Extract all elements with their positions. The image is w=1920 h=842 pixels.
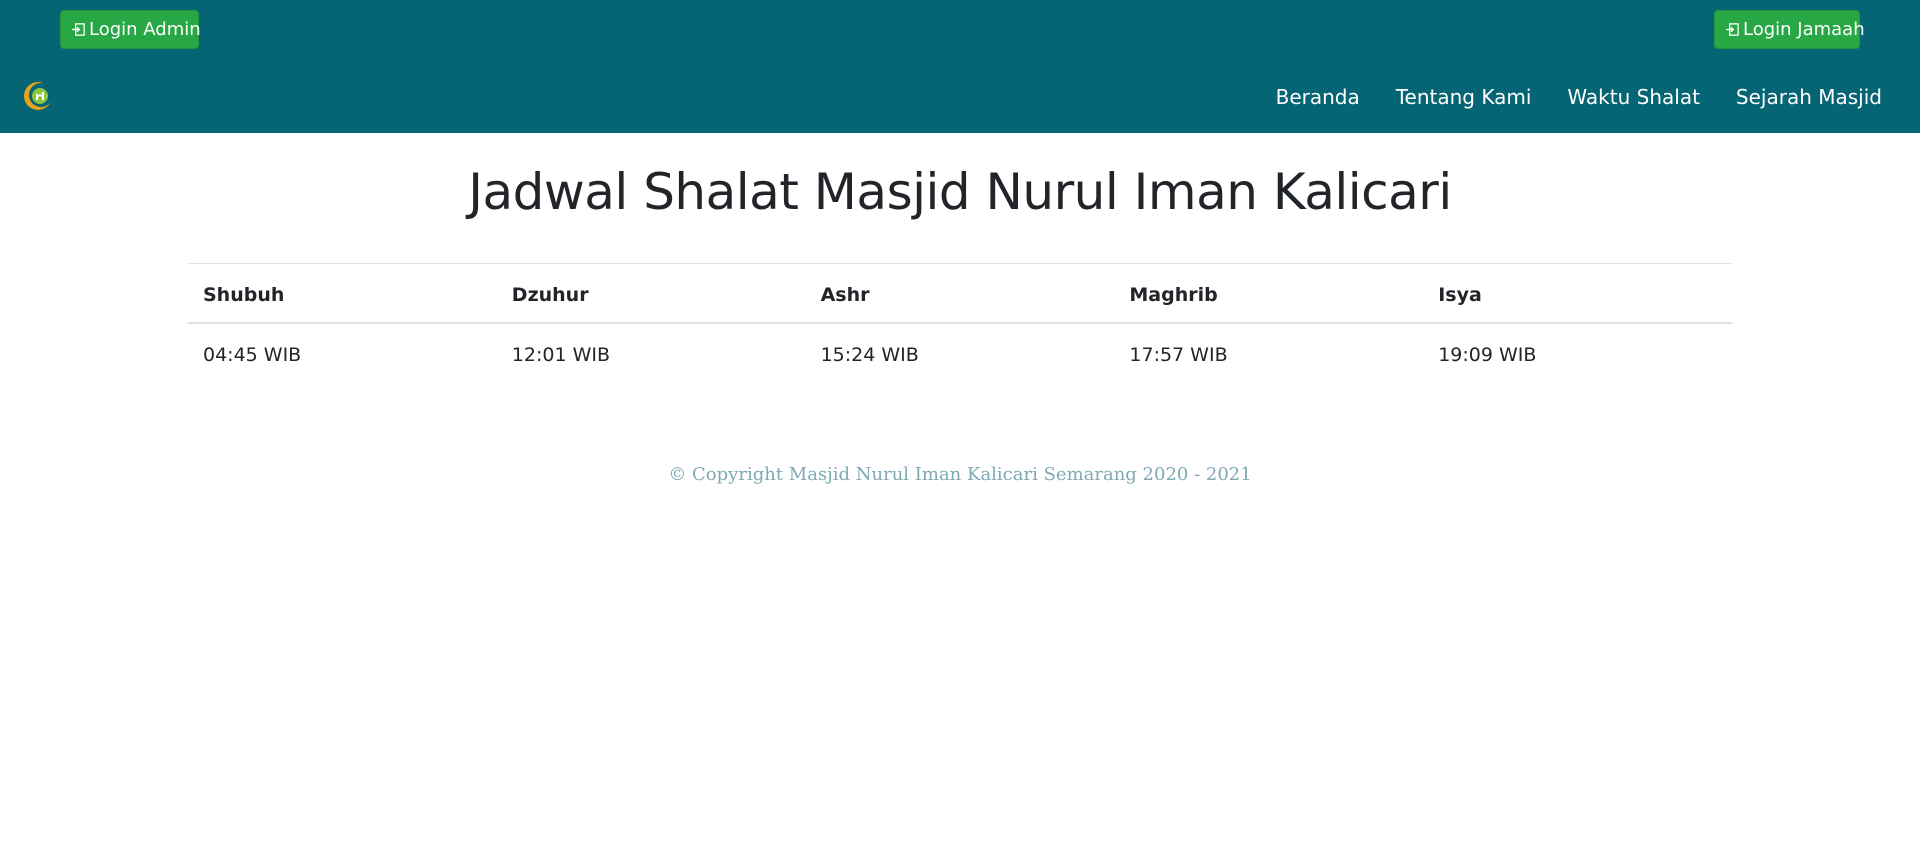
login-admin-button[interactable]: Login Admin <box>60 10 201 49</box>
column-header-dzuhur: Dzuhur <box>496 263 806 324</box>
nav-item-beranda[interactable]: Beranda <box>1258 82 1378 112</box>
time-dzuhur: 12:01 WIB <box>511 344 611 366</box>
column-header-shubuh: Shubuh <box>188 263 497 324</box>
nav-item-waktu-shalat[interactable]: Waktu Shalat <box>1549 82 1718 112</box>
time-ashr: 15:24 WIB <box>820 344 919 366</box>
nav-item-tentang-kami[interactable]: Tentang Kami <box>1378 82 1550 112</box>
time-shubuh: 04:45 WIB <box>203 344 302 366</box>
table-row: 04:45 WIB 12:01 WIB 15:24 WIB 17:57 WIB … <box>188 323 1732 382</box>
sign-in-icon <box>1725 22 1740 37</box>
login-jamaah-label: Login Jamaah <box>1743 19 1865 40</box>
login-jamaah-button[interactable]: Login Jamaah <box>1714 10 1865 49</box>
time-maghrib: 17:57 WIB <box>1129 344 1228 366</box>
page-title: Jadwal Shalat Masjid Nurul Iman Kalicari <box>468 163 1452 221</box>
sign-in-icon <box>71 22 86 37</box>
nav-item-sejarah-masjid[interactable]: Sejarah Masjid <box>1718 82 1882 112</box>
column-header-maghrib: Maghrib <box>1114 263 1424 324</box>
top-navbar: Login Admin Login Jamaah Beranda Tentang… <box>0 0 1920 133</box>
mosque-logo-icon[interactable] <box>22 80 54 112</box>
footer-copyright: © Copyright Masjid Nurul Iman Kalicari S… <box>668 464 1252 485</box>
column-header-ashr: Ashr <box>805 263 1115 324</box>
main-nav: Beranda Tentang Kami Waktu Shalat Sejara… <box>1258 82 1882 112</box>
login-admin-label: Login Admin <box>89 19 201 40</box>
time-isya: 19:09 WIB <box>1438 344 1537 366</box>
column-header-isya: Isya <box>1423 263 1732 324</box>
table-header-row: Shubuh Dzuhur Ashr Maghrib Isya <box>188 263 1732 324</box>
prayer-schedule-table: Shubuh Dzuhur Ashr Maghrib Isya 04:45 WI… <box>188 263 1732 382</box>
